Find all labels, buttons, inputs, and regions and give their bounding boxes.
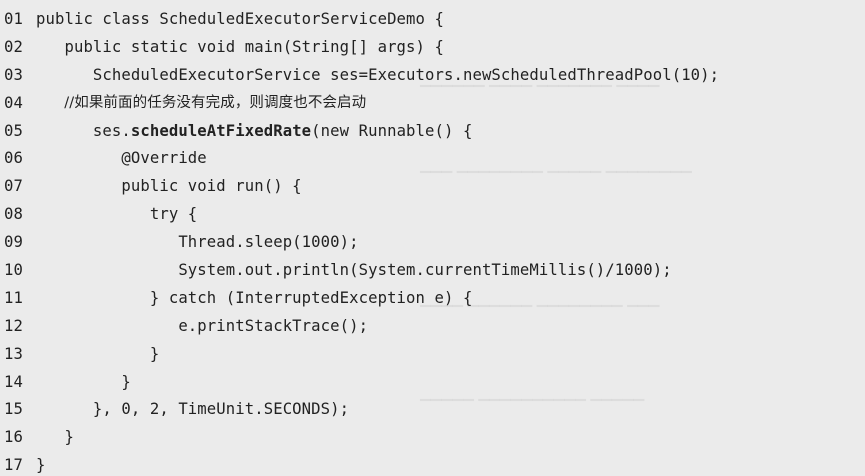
line-number: 17 bbox=[4, 456, 23, 475]
code-text: System.out.println(System.currentTimeMil… bbox=[36, 261, 672, 280]
line-number: 13 bbox=[4, 344, 23, 363]
code-text: public class ScheduledExecutorServiceDem… bbox=[36, 10, 444, 28]
code-line-03: 03 ScheduledExecutorService ses=Executor… bbox=[0, 62, 865, 90]
code-line-04: 04 //如果前面的任务没有完成，则调度也不会启动 bbox=[0, 90, 865, 118]
code-text: } bbox=[36, 456, 46, 475]
code-line-05: 05 ses.scheduleAtFixedRate(new Runnable(… bbox=[0, 118, 865, 146]
line-number: 11 bbox=[4, 288, 23, 307]
code-text: } catch (InterruptedException e) { bbox=[36, 288, 473, 307]
line-number: 09 bbox=[4, 233, 23, 252]
code-text-prefix: ses. bbox=[36, 121, 131, 140]
code-line-12: 12 e.printStackTrace(); bbox=[0, 313, 865, 341]
code-text: } bbox=[36, 428, 74, 447]
code-text: public void run() { bbox=[36, 177, 302, 196]
code-line-07: 07 public void run() { bbox=[0, 173, 865, 201]
code-line-15: 15 }, 0, 2, TimeUnit.SECONDS); bbox=[0, 396, 865, 424]
line-number: 14 bbox=[4, 372, 23, 391]
code-line-06: 06 @Override bbox=[0, 145, 865, 173]
line-number: 15 bbox=[4, 400, 23, 419]
line-number: 06 bbox=[4, 149, 23, 168]
code-text: ses.scheduleAtFixedRate(new Runnable() { bbox=[36, 118, 472, 146]
code-text: }, 0, 2, TimeUnit.SECONDS); bbox=[36, 400, 350, 419]
code-line-09: 09 Thread.sleep(1000); bbox=[0, 229, 865, 257]
line-number: 16 bbox=[4, 428, 23, 447]
code-line-10: 10 System.out.println(System.currentTime… bbox=[0, 257, 865, 285]
line-number: 03 bbox=[4, 65, 23, 84]
code-line-14: 14 } bbox=[0, 369, 865, 397]
line-number: 04 bbox=[4, 93, 23, 112]
code-listing-page: ▔▔▔▔▔▔ ▔▔▔▔ ▔▔▔▔▔▔▔ ▔▔▔▔ ▔▔▔ ▔▔▔▔▔▔▔▔ ▔▔… bbox=[0, 0, 865, 476]
code-text: ScheduledExecutorService ses=Executors.n… bbox=[36, 65, 720, 84]
code-text: @Override bbox=[36, 149, 207, 168]
line-number: 01 bbox=[4, 10, 23, 28]
line-number: 02 bbox=[4, 37, 23, 56]
code-text: } bbox=[36, 344, 160, 363]
line-number: 07 bbox=[4, 177, 23, 196]
code-text: Thread.sleep(1000); bbox=[36, 233, 359, 252]
line-number: 05 bbox=[4, 121, 23, 140]
code-text: try { bbox=[36, 205, 198, 224]
code-line-11: 11 } catch (InterruptedException e) { bbox=[0, 285, 865, 313]
code-comment: //如果前面的任务没有完成，则调度也不会启动 bbox=[36, 94, 367, 111]
code-line-17: 17 } bbox=[0, 452, 865, 476]
code-text: e.printStackTrace(); bbox=[36, 316, 369, 335]
code-text-suffix: (new Runnable() { bbox=[311, 121, 473, 140]
method-name-bold: scheduleAtFixedRate bbox=[130, 121, 312, 140]
line-number: 10 bbox=[4, 261, 23, 280]
code-line-08: 08 try { bbox=[0, 201, 865, 229]
code-line-01: 01 public class ScheduledExecutorService… bbox=[0, 6, 865, 34]
code-text: } bbox=[36, 372, 131, 391]
line-number: 08 bbox=[4, 205, 23, 224]
code-text: public static void main(String[] args) { bbox=[36, 37, 444, 56]
code-line-13: 13 } bbox=[0, 341, 865, 369]
code-block: 01 public class ScheduledExecutorService… bbox=[0, 6, 865, 476]
code-line-02: 02 public static void main(String[] args… bbox=[0, 34, 865, 62]
code-line-16: 16 } bbox=[0, 424, 865, 452]
line-number: 12 bbox=[4, 316, 23, 335]
